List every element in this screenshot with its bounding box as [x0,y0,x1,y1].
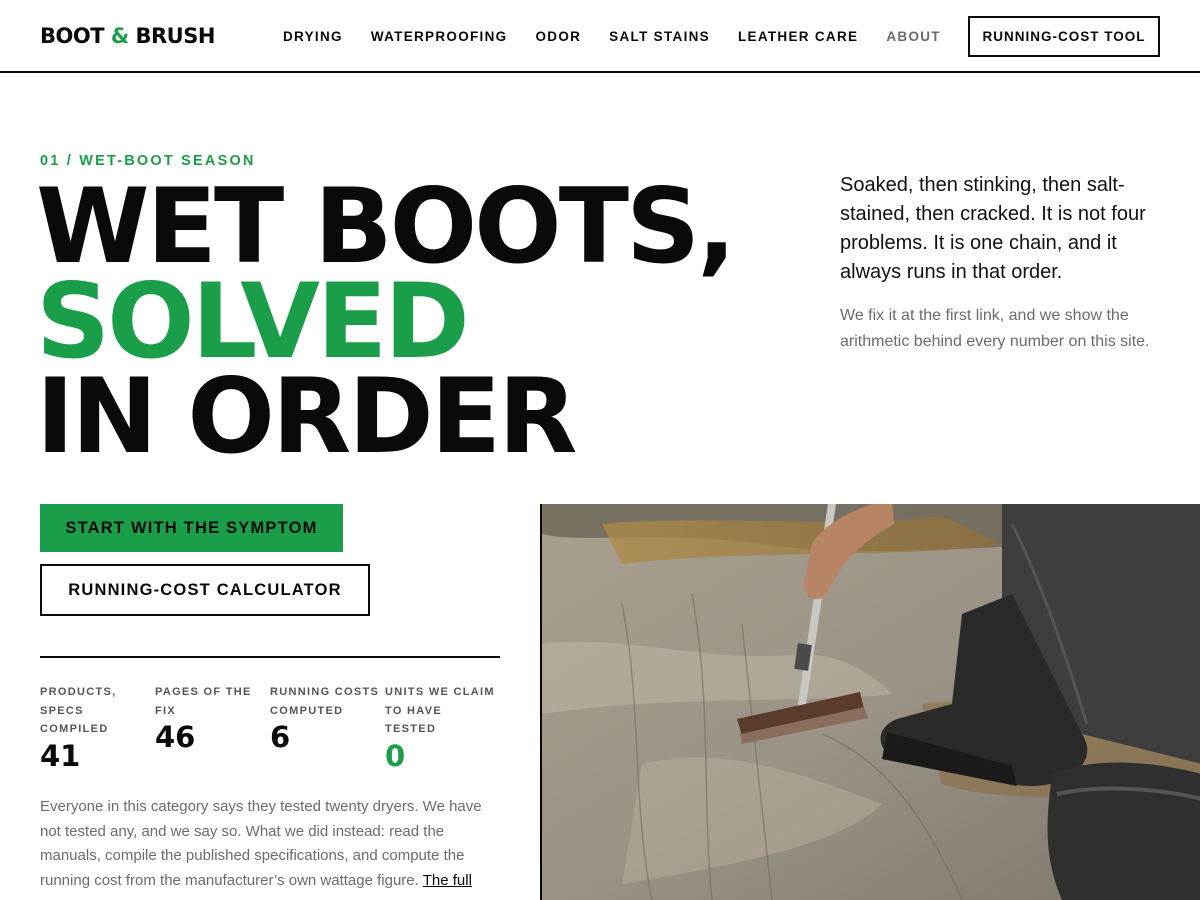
stat-pages-of-fix: PAGES OF THE FIX 46 [155,683,265,754]
headline-line-2: SOLVED [36,262,470,382]
brand-logo[interactable]: BOOT & BRUSH [40,22,215,50]
hero-headline: WET BOOTS, SOLVED IN ORDER [36,167,736,477]
stat-products-compiled: PRODUCTS, SPECS COMPILED 41 [40,683,150,773]
nav-item-odor[interactable]: ODOR [535,28,581,46]
methodology-text: Everyone in this category says they test… [40,798,482,889]
start-with-symptom-button[interactable]: START WITH THE SYMPTOM [40,504,343,552]
stat-label: UNITS WE CLAIM TO HAVE TESTED [385,686,495,735]
methodology-paragraph: Everyone in this category says they test… [40,795,485,893]
running-cost-tool-button[interactable]: RUNNING-COST TOOL [968,16,1160,57]
stat-units-tested: UNITS WE CLAIM TO HAVE TESTED 0 [385,683,495,773]
nav-item-leather-care[interactable]: LEATHER CARE [738,28,858,46]
brand-name-part2: BRUSH [128,24,215,48]
nav-item-salt-stains[interactable]: SALT STAINS [609,28,710,46]
site-header: BOOT & BRUSH DRYING WATERPROOFING ODOR S… [0,0,1200,73]
person-scrubbing-muddy-boots-image [542,504,1200,900]
stat-label: PRODUCTS, SPECS COMPILED [40,686,117,735]
nav-item-waterproofing[interactable]: WATERPROOFING [371,28,508,46]
hero-lede: Soaked, then stinking, then salt-stained… [840,174,1146,283]
stat-value: 0 [385,738,406,773]
nav-item-drying[interactable]: DRYING [283,28,343,46]
hero-photo [540,504,1200,900]
running-cost-calculator-button[interactable]: RUNNING-COST CALCULATOR [40,564,370,616]
headline-line-3: IN ORDER [36,357,577,477]
stat-label: PAGES OF THE FIX [155,686,252,717]
hero-sublede: We fix it at the first link, and we show… [840,307,1150,350]
stat-value: 41 [40,738,81,773]
headline-line-1: WET BOOTS, [36,167,736,287]
nav-item-about[interactable]: ABOUT [886,28,941,46]
stat-label: RUNNING COSTS COMPUTED [270,686,380,717]
main-nav: DRYING WATERPROOFING ODOR SALT STAINS LE… [283,28,969,46]
brand-name-part1: BOOT [40,24,111,48]
stat-running-costs: RUNNING COSTS COMPUTED 6 [270,683,380,754]
stat-value: 6 [270,720,291,754]
full-methodology-link[interactable]: The full [423,872,472,889]
stats-divider [40,656,500,658]
brand-ampersand: & [110,24,129,48]
stat-value: 46 [155,720,196,754]
